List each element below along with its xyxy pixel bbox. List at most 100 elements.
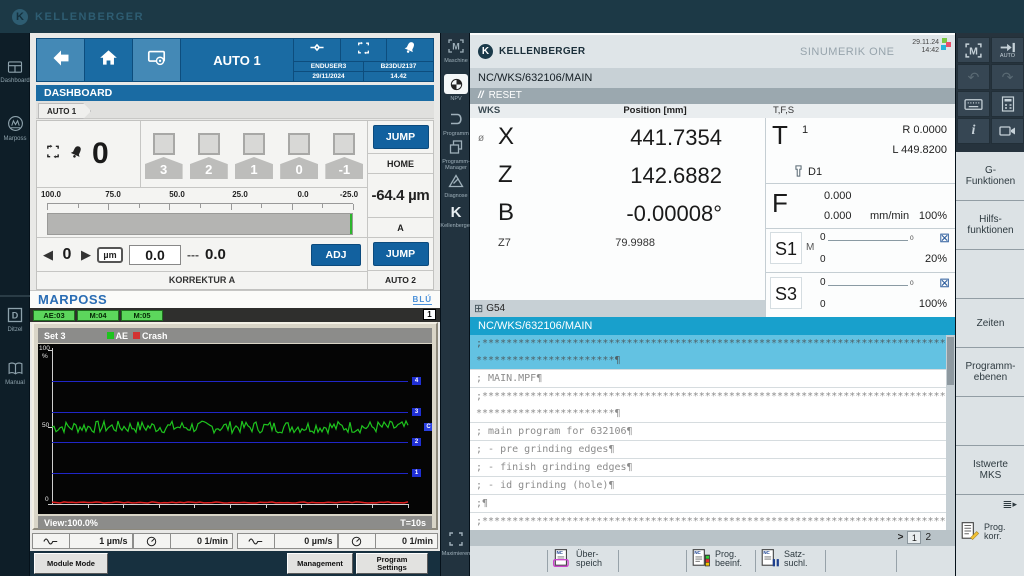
- softkey-ueberspeichern[interactable]: NC Über- speich: [552, 548, 602, 570]
- sidebar-label: Maximieren: [442, 551, 470, 557]
- settings-button[interactable]: [133, 39, 181, 81]
- softkey-empty[interactable]: [956, 397, 1024, 446]
- pager-next[interactable]: >: [898, 532, 904, 543]
- softkey-g-funktionen[interactable]: G- Funktionen: [956, 152, 1024, 201]
- brand-text: KELLENBERGER: [499, 46, 585, 57]
- cycle-button[interactable]: [340, 39, 387, 61]
- tool-length: L 449.8200: [892, 144, 947, 156]
- offset-grid-icon: ⊞: [474, 302, 483, 315]
- part-gauge-button[interactable]: [294, 39, 340, 61]
- editor-line[interactable]: ; - id grinding (hole)¶: [470, 477, 946, 495]
- marposs-bottom-bar: Module Mode Management Program Settings: [30, 551, 440, 576]
- sidebar-item-programm-manager[interactable]: Programm- Manager: [441, 139, 471, 171]
- marposs-brand-bar: MARPOSS BLÚ: [30, 290, 440, 308]
- date-label: 29/11/2024: [294, 72, 363, 81]
- editor-line[interactable]: ; - pre grinding edges¶: [470, 441, 946, 459]
- marker-flag-icon: [333, 133, 355, 155]
- softkey-empty[interactable]: [956, 250, 1024, 299]
- right-sidebar: M AUTO ↶ ↷ i G- Funktionen Hilfs- funkti…: [955, 33, 1024, 576]
- softkey-pager: > 1 2: [898, 531, 931, 544]
- axis-name: B: [498, 199, 514, 227]
- softkey-satzsuchlauf[interactable]: NC Satz- suchl.: [760, 548, 808, 570]
- svg-text:M: M: [969, 45, 978, 57]
- marposs-logo: MARPOSS: [38, 292, 107, 307]
- offset-field[interactable]: 0.0: [129, 245, 181, 265]
- scale-tick-label: 25.0: [232, 190, 248, 199]
- axis-row-b: B -0.00008°: [470, 197, 765, 235]
- editor-line[interactable]: ; MAIN.MPF¶: [470, 370, 946, 388]
- softkey-istwerte-mks[interactable]: Istwerte MKS: [956, 446, 1024, 495]
- back-button[interactable]: [37, 39, 85, 81]
- datetime: 29.11.2414:42: [912, 39, 939, 55]
- sidebar-item-npv[interactable]: NPV: [441, 74, 471, 102]
- sensor-badge[interactable]: M:05: [121, 310, 163, 321]
- alarm-button[interactable]: [386, 39, 433, 61]
- tool-edge: D1: [808, 166, 822, 178]
- marposs-panel: AUTO 1 ENDUSER3 B23DU2137 29/11/2024 14.…: [30, 33, 440, 576]
- sensor-badge[interactable]: AE:03: [33, 310, 75, 321]
- editor-line[interactable]: ;***************************************…: [470, 513, 946, 530]
- counter-cell: 0: [37, 121, 141, 187]
- program-settings-button[interactable]: Program Settings: [356, 553, 428, 574]
- sidebar-item-maximieren[interactable]: Maximieren: [441, 531, 471, 557]
- sidebar-item-manual[interactable]: Manual: [0, 361, 30, 386]
- measure-value: -64.4 µm: [368, 174, 433, 218]
- legend-ae-swatch: [107, 332, 114, 339]
- time-label: 14.42: [363, 72, 433, 81]
- pager-page-1[interactable]: 1: [907, 531, 921, 544]
- softkey-prog-korr[interactable]: Prog. korr.: [960, 517, 1024, 547]
- position-header: Position [mm]: [590, 105, 720, 116]
- machine-area-button[interactable]: M: [957, 37, 990, 63]
- jump2-button[interactable]: JUMP: [373, 242, 429, 266]
- sidebar-item-maschine[interactable]: M Maschine: [441, 38, 471, 64]
- screenshot-button[interactable]: [991, 118, 1024, 144]
- step-down-button[interactable]: ◀: [43, 248, 53, 262]
- editor-scrollbar[interactable]: [946, 335, 955, 530]
- breadcrumb-tab[interactable]: AUTO 1: [38, 103, 91, 119]
- sidebar-item-diagnose[interactable]: Diagnose: [441, 173, 471, 199]
- calculator-button[interactable]: [991, 91, 1024, 117]
- cycle-icon: [45, 144, 61, 164]
- jump-button[interactable]: JUMP: [373, 125, 429, 149]
- sinumerik-panel: K KELLENBERGER SINUMERIK ONE 29.11.2414:…: [470, 33, 955, 576]
- sidebar-item-kellenberger[interactable]: K Kellenberger: [441, 205, 471, 229]
- auto-mode-button[interactable]: AUTO: [991, 37, 1024, 63]
- softkey-prog-beeinflussung[interactable]: NC Prog. beeinf.: [691, 548, 742, 570]
- softkey-programmebenen[interactable]: Programm- ebenen: [956, 348, 1024, 397]
- marposs-toolbar: AUTO 1 ENDUSER3 B23DU2137 29/11/2024 14.…: [36, 38, 434, 82]
- rate-value: 0 µm/s: [274, 533, 338, 549]
- program-editor[interactable]: ;***************************************…: [470, 335, 946, 530]
- redo-button[interactable]: ↷: [991, 64, 1024, 90]
- editor-line[interactable]: ;***************************************…: [470, 388, 946, 423]
- editor-line[interactable]: ;***************************************…: [470, 335, 946, 370]
- editor-line[interactable]: ;¶: [470, 495, 946, 513]
- module-mode-button[interactable]: Module Mode: [34, 553, 108, 574]
- pager-page-2[interactable]: 2: [925, 532, 931, 543]
- softkey-zeiten[interactable]: Zeiten: [956, 299, 1024, 348]
- softkey-hilfsfunktionen[interactable]: Hilfs- funktionen: [956, 201, 1024, 250]
- info-button[interactable]: i: [957, 118, 990, 144]
- sidebar-item-dashboard[interactable]: Dashboard: [0, 61, 30, 84]
- kellenberger-logo-icon: K: [12, 9, 28, 25]
- home-button[interactable]: [85, 39, 133, 81]
- position-marker: -1: [325, 133, 363, 179]
- management-button[interactable]: Management: [287, 553, 353, 574]
- step-up-button[interactable]: ▶: [81, 248, 91, 262]
- sidebar-label: Kellenberger: [440, 223, 471, 229]
- spindle-load: 0: [820, 299, 826, 310]
- sidebar-item-ditzel[interactable]: D Ditzel: [0, 307, 30, 333]
- editor-line[interactable]: ; - finish grinding edges¶: [470, 459, 946, 477]
- softkey-menu-extend[interactable]: ≣▸: [956, 495, 1024, 513]
- sidebar-item-marposs[interactable]: Marposs: [0, 115, 30, 142]
- scrollbar-thumb[interactable]: [947, 337, 954, 385]
- undo-button[interactable]: ↶: [957, 64, 990, 90]
- adj-button[interactable]: ADJ: [311, 244, 361, 266]
- unit-button[interactable]: µm: [97, 247, 123, 263]
- sidebar-label: Dashboard: [0, 78, 29, 84]
- sensor-badge[interactable]: M:04: [77, 310, 119, 321]
- right-icon-area: M AUTO ↶ ↷ i: [956, 33, 1024, 152]
- sidebar-item-programm[interactable]: Programm: [441, 111, 471, 137]
- program-icon: [448, 111, 464, 129]
- keyboard-button[interactable]: [957, 91, 990, 117]
- editor-line[interactable]: ; main program for 632106¶: [470, 423, 946, 441]
